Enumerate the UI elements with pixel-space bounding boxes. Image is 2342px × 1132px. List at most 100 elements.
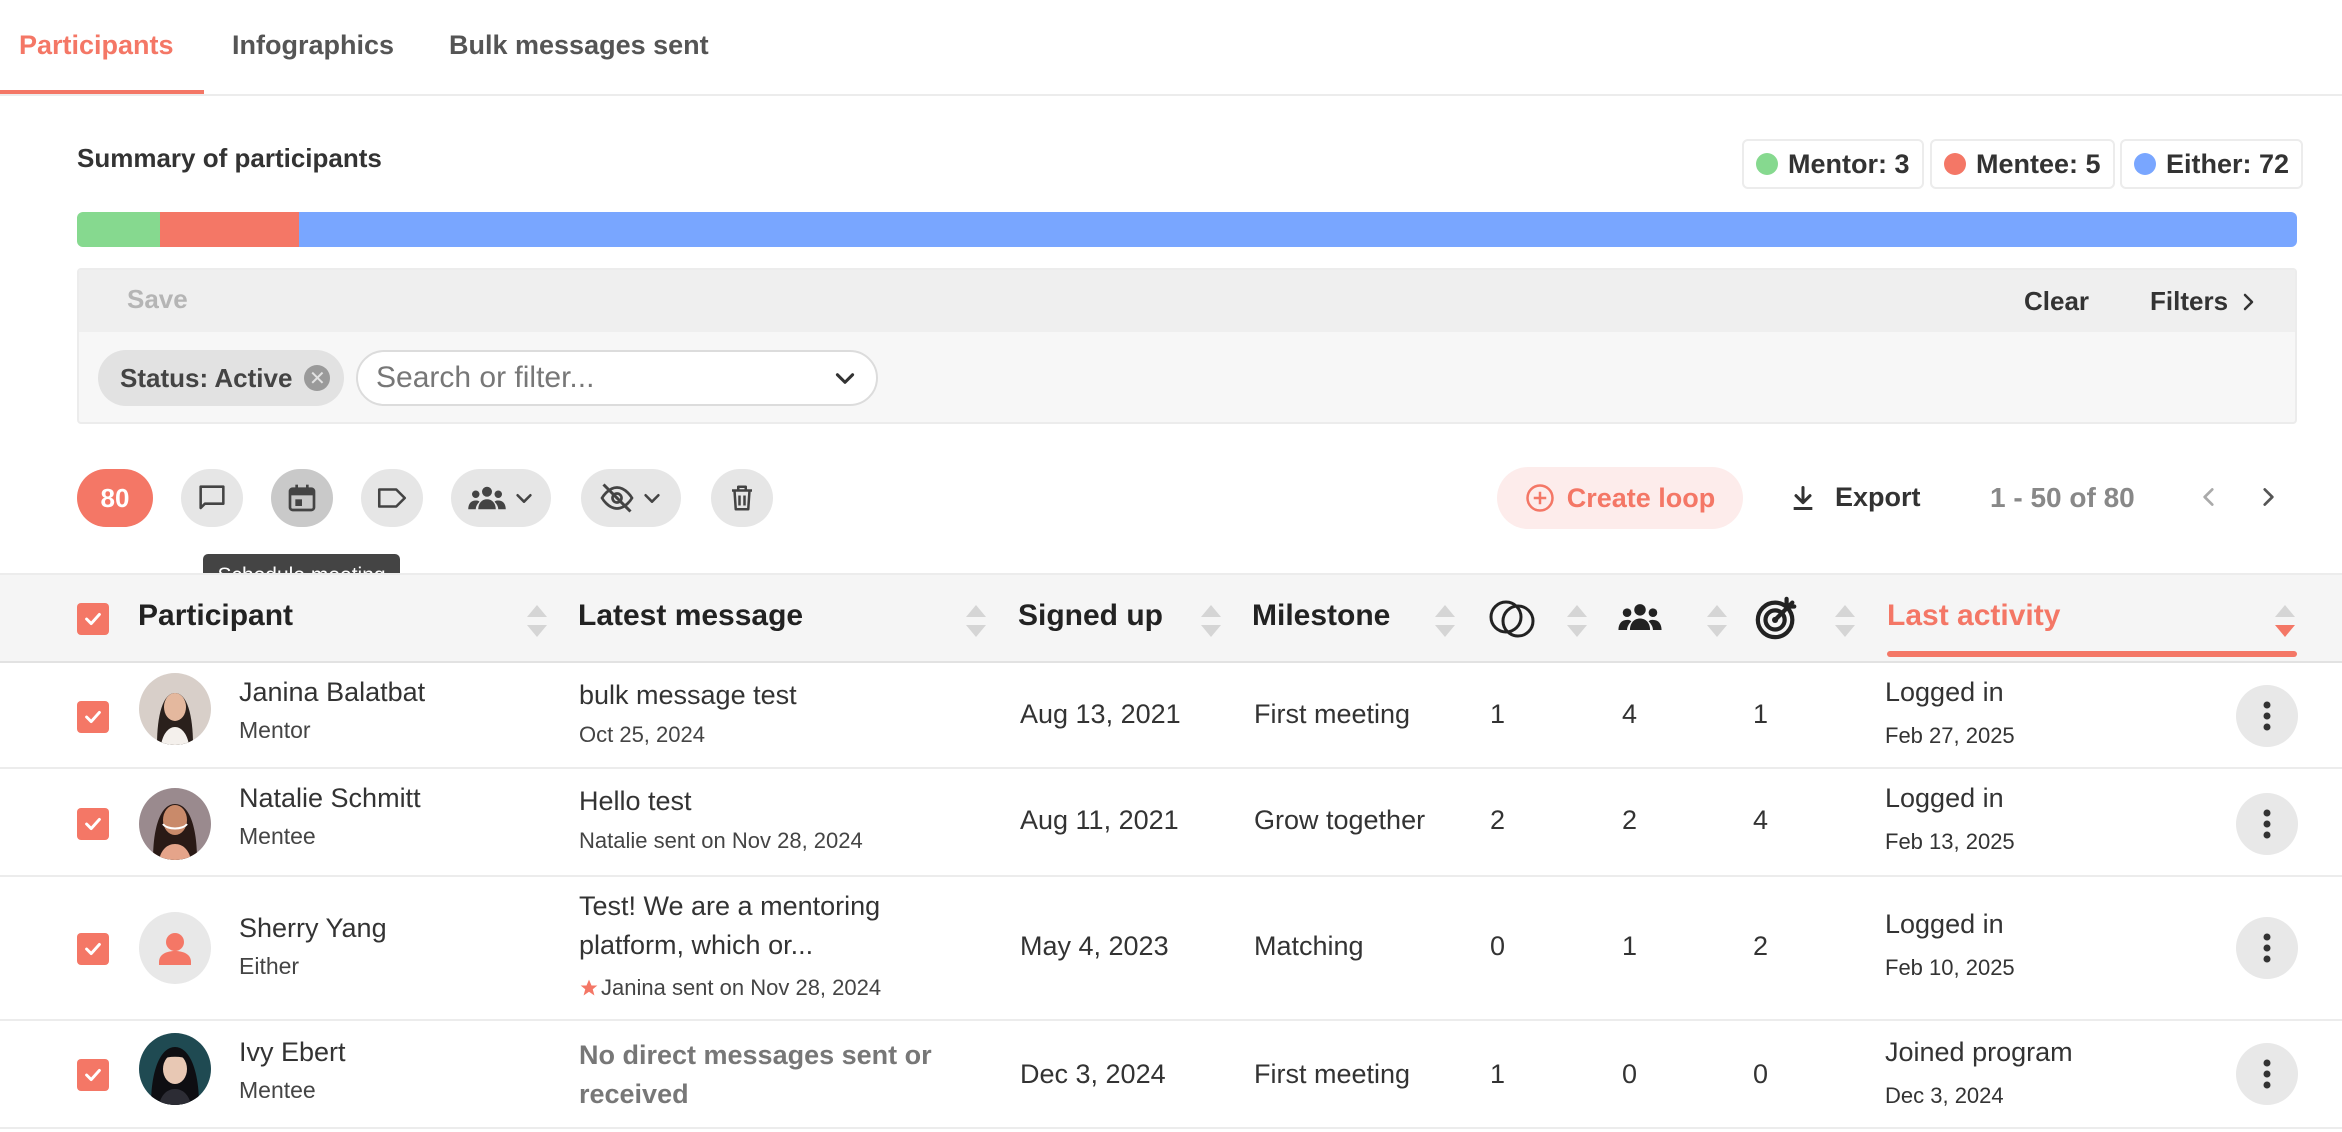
save-filter-button[interactable]: Save	[127, 284, 188, 315]
check-icon	[85, 817, 101, 831]
row-checkbox[interactable]	[77, 933, 109, 965]
sort-latest-message-icon[interactable]	[966, 605, 986, 637]
create-loop-button[interactable]: Create loop	[1497, 467, 1743, 529]
row-checkbox[interactable]	[77, 701, 109, 733]
participant-name[interactable]: Sherry Yang	[239, 913, 387, 944]
latest-message[interactable]: bulk message test	[579, 676, 797, 715]
row-checkbox[interactable]	[77, 808, 109, 840]
message-meta: Janina sent on Nov 28, 2024	[579, 975, 881, 1001]
table-row[interactable]: Ivy Ebert Mentee No direct messages sent…	[0, 1023, 2342, 1129]
sort-last-activity-icon[interactable]	[2275, 605, 2295, 637]
create-loop-label: Create loop	[1566, 482, 1716, 513]
group-count: 4	[1622, 699, 1638, 729]
loops-column-icon[interactable]	[1486, 595, 1538, 648]
participant-role: Mentor	[239, 717, 311, 743]
last-activity: Joined program	[1885, 1037, 2073, 1067]
table-row[interactable]: Sherry Yang Either Test! We are a mentor…	[0, 879, 2342, 1021]
legend-mentee: Mentee: 5	[1930, 139, 2115, 189]
filters-button-label: Filters	[2150, 286, 2229, 316]
latest-message-line-1: No direct messages sent or	[579, 1040, 932, 1070]
filter-panel-header: Save Clear Filters	[79, 270, 2295, 332]
download-icon	[1793, 485, 1813, 510]
signed-up-date: Aug 13, 2021	[1020, 699, 1181, 729]
next-page-button[interactable]	[2255, 482, 2281, 519]
tab-bulk-messages-sent[interactable]: Bulk messages sent	[449, 30, 709, 96]
legend-mentee-label: Mentee: 5	[1976, 148, 2101, 179]
participant-name[interactable]: Janina Balatbat	[239, 677, 425, 708]
participant-name[interactable]: Ivy Ebert	[239, 1037, 346, 1068]
export-label: Export	[1835, 482, 1921, 512]
select-all-checkbox[interactable]	[77, 603, 109, 635]
schedule-meeting-button[interactable]	[271, 469, 333, 527]
participant-role: Mentee	[239, 1077, 316, 1103]
row-more-button[interactable]	[2236, 1043, 2298, 1105]
summary-title: Summary of participants	[77, 143, 382, 173]
visibility-dropdown-button[interactable]	[581, 469, 681, 527]
group-column-icon[interactable]	[1617, 599, 1663, 640]
participant-name[interactable]: Natalie Schmitt	[239, 783, 421, 814]
status-filter-chip[interactable]: Status: Active ✕	[98, 350, 345, 406]
sort-goals-icon[interactable]	[1835, 605, 1855, 637]
tab-participants[interactable]: Participants	[19, 30, 174, 96]
row-checkbox[interactable]	[77, 1059, 109, 1091]
latest-message-line-1[interactable]: Test! We are a mentoring	[579, 887, 880, 926]
goals-count: 2	[1753, 931, 1769, 961]
column-last-activity[interactable]: Last activity	[1887, 599, 2060, 633]
sort-milestone-icon[interactable]	[1435, 605, 1455, 637]
table-row[interactable]: Natalie Schmitt Mentee Hello test Natali…	[0, 771, 2342, 877]
row-more-button[interactable]	[2236, 685, 2298, 747]
status-filter-label: Status: Active	[120, 362, 293, 393]
tag-button[interactable]	[361, 469, 423, 527]
loops-count: 0	[1490, 931, 1506, 961]
latest-message-line-2[interactable]: platform, which or...	[579, 926, 813, 965]
tab-bar: Participants Infographics Bulk messages …	[0, 0, 2342, 96]
tab-infographics[interactable]: Infographics	[232, 30, 394, 96]
group-count: 1	[1622, 931, 1638, 961]
mentee-dot-icon	[1944, 153, 1966, 175]
star-icon	[580, 979, 598, 996]
group-dropdown-button[interactable]	[451, 469, 551, 527]
column-milestone[interactable]: Milestone	[1252, 599, 1390, 633]
column-latest-message[interactable]: Latest message	[578, 599, 803, 633]
clear-filters-button[interactable]: Clear	[2024, 286, 2089, 317]
person-icon	[159, 933, 191, 965]
participant-role: Either	[239, 953, 300, 979]
label-icon	[377, 488, 407, 508]
message-button[interactable]	[181, 469, 243, 527]
search-filter-input[interactable]: Search or filter...	[356, 350, 878, 406]
sort-group-icon[interactable]	[1707, 605, 1727, 637]
legend-either-label: Either: 72	[2166, 148, 2290, 179]
column-participant[interactable]: Participant	[138, 599, 293, 633]
row-more-button[interactable]	[2236, 917, 2298, 979]
export-button[interactable]: Export	[1789, 482, 1921, 513]
bar-segment-either	[299, 212, 2297, 247]
pagination-info: 1 - 50 of 80	[1990, 482, 2135, 513]
more-vertical-icon	[2263, 1059, 2271, 1089]
milestone: Matching	[1254, 931, 1364, 961]
more-vertical-icon	[2263, 809, 2271, 839]
goals-count: 0	[1753, 1059, 1769, 1089]
delete-button[interactable]	[711, 469, 773, 527]
latest-message-line-2: received	[579, 1079, 689, 1109]
avatar	[139, 912, 211, 984]
chevron-down-icon	[516, 493, 532, 503]
sort-participant-icon[interactable]	[527, 605, 547, 637]
row-more-button[interactable]	[2236, 793, 2298, 855]
calendar-icon	[288, 484, 316, 512]
legend-mentor-label: Mentor: 3	[1788, 148, 1910, 179]
chevron-down-icon	[835, 373, 855, 384]
more-vertical-icon	[2263, 933, 2271, 963]
bar-segment-mentor	[77, 212, 161, 247]
table-row[interactable]: Janina Balatbat Mentor bulk message test…	[0, 665, 2342, 769]
sort-loops-icon[interactable]	[1567, 605, 1587, 637]
goals-column-icon[interactable]	[1754, 595, 1800, 646]
last-activity: Logged in	[1885, 783, 2004, 813]
last-activity-date: Feb 10, 2025	[1885, 955, 2015, 980]
remove-filter-icon[interactable]: ✕	[304, 365, 331, 391]
participant-role: Mentee	[239, 823, 316, 849]
filters-button[interactable]: Filters	[2150, 286, 2260, 317]
column-signed-up[interactable]: Signed up	[1018, 599, 1163, 633]
sort-signed-up-icon[interactable]	[1201, 605, 1221, 637]
prev-page-button[interactable]	[2196, 482, 2222, 519]
latest-message[interactable]: Hello test	[579, 782, 692, 821]
